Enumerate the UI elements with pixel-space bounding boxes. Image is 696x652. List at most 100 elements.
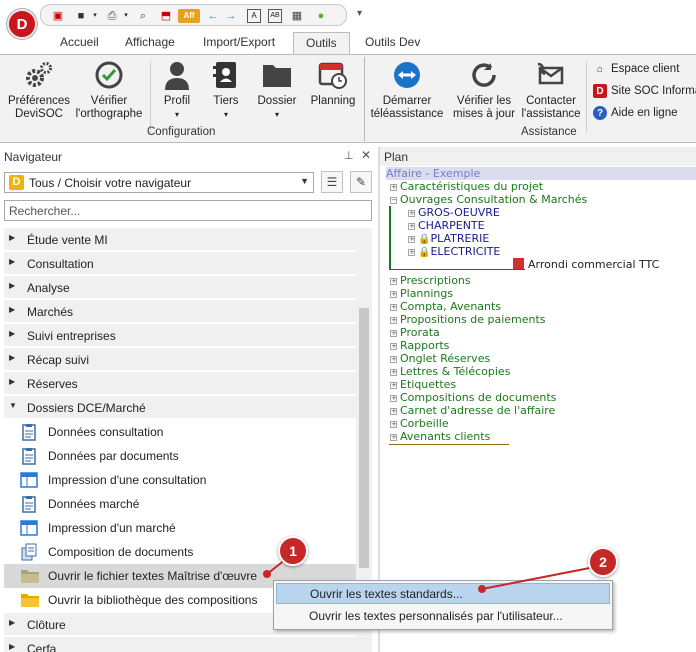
item-donnees-consultation[interactable]: Données consultation: [4, 420, 356, 444]
tab-affichage[interactable]: Affichage: [125, 35, 175, 49]
tree-node[interactable]: + Compositions de documents: [390, 391, 556, 404]
badge-number: 1: [289, 543, 297, 559]
clipboard-icon: [20, 423, 38, 441]
search-input[interactable]: Rechercher...: [4, 200, 372, 221]
tab-outils-dev[interactable]: Outils Dev: [365, 35, 420, 49]
aide-en-ligne-link[interactable]: ? Aide en ligne: [593, 106, 678, 120]
tree-node[interactable]: + Caractéristiques du projet: [390, 180, 543, 193]
category-label: Clôture: [27, 618, 66, 632]
tab-import-export[interactable]: Import/Export: [203, 35, 275, 49]
quick-access-strip: ▣ ■ ▾ ⎙ ▾ ⌕ ⬒ Aff ← → A AB ▦ ●: [40, 4, 347, 26]
tree-node[interactable]: + 🔒PLATRERIE: [408, 232, 489, 246]
text-box-b-icon[interactable]: AB: [268, 9, 282, 23]
text-box-icon[interactable]: A: [247, 9, 261, 23]
item-impression-marche[interactable]: Impression d'un marché: [4, 516, 356, 540]
tree-node[interactable]: + Etiquettes: [390, 378, 456, 391]
item-label: Impression d'une consultation: [48, 473, 207, 487]
expand-arrow-icon: ▶: [9, 377, 16, 386]
item-donnees-par-documents[interactable]: Données par documents: [4, 444, 356, 468]
tree-node[interactable]: + Propositions de paiements: [390, 313, 546, 326]
category-label: Étude vente MI: [27, 233, 108, 247]
edit-navigator-button[interactable]: ✎: [350, 171, 372, 193]
back-arrow-icon[interactable]: ←: [206, 9, 220, 23]
tree-node[interactable]: + Compta, Avenants: [390, 300, 501, 313]
category-cerfa[interactable]: ▶ Cerfa: [4, 637, 356, 652]
tab-accueil[interactable]: Accueil: [60, 35, 99, 49]
tree-node-label: Avenants clients: [400, 430, 491, 443]
preview-icon[interactable]: ⌕: [136, 9, 150, 23]
category-analyse[interactable]: ▶ Analyse: [4, 276, 356, 299]
annotation-badge-1: 1: [278, 536, 308, 566]
planning-button[interactable]: Planning: [306, 59, 360, 108]
list-view-button[interactable]: ☰: [321, 171, 343, 193]
pin-icon[interactable]: ⊥: [344, 149, 354, 162]
tree-node[interactable]: + Carnet d'adresse de l'affaire: [390, 404, 555, 417]
category-label: Consultation: [27, 257, 94, 271]
forward-arrow-icon[interactable]: →: [224, 9, 238, 23]
spellcheck-button[interactable]: Vérifier l'orthographe: [73, 59, 145, 121]
globe-icon[interactable]: ●: [314, 9, 328, 23]
aff-icon[interactable]: Aff: [178, 9, 200, 23]
updates-button[interactable]: Vérifier les mises à jour: [451, 59, 517, 121]
tree-node[interactable]: + Avenants clients: [390, 430, 490, 443]
tree-node[interactable]: + Rapports: [390, 339, 449, 352]
category-marches[interactable]: ▶ Marchés: [4, 300, 356, 323]
tree-node[interactable]: + Plannings: [390, 287, 453, 300]
category-consultation[interactable]: ▶ Consultation: [4, 252, 356, 275]
ribbon: Préférences DeviSOC Vérifier l'orthograp…: [0, 54, 696, 143]
category-dossiers-dce[interactable]: ▼ Dossiers DCE/Marché: [4, 396, 356, 419]
scrollbar-thumb[interactable]: [359, 308, 369, 568]
ribbon-tabs: Accueil Affichage Import/Export Outils O…: [0, 32, 696, 55]
tree-node[interactable]: + CHARPENTE: [408, 219, 485, 232]
dossier-button[interactable]: Dossier ▾: [253, 59, 301, 121]
aide-en-ligne-label: Aide en ligne: [611, 107, 678, 119]
preferences-label: Préférences DeviSOC: [7, 95, 70, 120]
tree-node[interactable]: + 🔒ELECTRICITE: [408, 245, 500, 259]
plan-root[interactable]: Affaire - Exemple: [386, 167, 480, 180]
app-menu-button[interactable]: D: [7, 9, 37, 39]
profil-button[interactable]: Profil ▾: [155, 59, 199, 121]
pdf-icon[interactable]: ⬒: [159, 9, 173, 23]
dropdown-icon[interactable]: ▾: [119, 9, 133, 23]
menu-item-textes-standards[interactable]: Ouvrir les textes standards...: [276, 583, 610, 604]
preferences-button[interactable]: Préférences DeviSOC: [4, 59, 74, 121]
tree-node[interactable]: + Prorata: [390, 326, 440, 339]
tiers-label: Tiers: [213, 95, 239, 107]
tree-node[interactable]: + Prescriptions: [390, 274, 471, 287]
print-icon[interactable]: ⎙: [105, 9, 119, 23]
category-reserves[interactable]: ▶ Réserves: [4, 372, 356, 395]
pdf-export-icon[interactable]: ▣: [51, 9, 65, 23]
site-soc-link[interactable]: D Site SOC Informa: [593, 84, 696, 98]
calculator-icon[interactable]: ▦: [290, 9, 304, 23]
category-recap-suivi[interactable]: ▶ Récap suivi: [4, 348, 356, 371]
folder-icon[interactable]: ■: [74, 9, 88, 23]
tiers-button[interactable]: Tiers ▾: [204, 59, 248, 121]
contact-support-button[interactable]: Contacter l'assistance: [518, 59, 584, 121]
tree-node[interactable]: − Ouvrages Consultation & Marchés: [390, 193, 587, 206]
category-suivi-entreprises[interactable]: ▶ Suivi entreprises: [4, 324, 356, 347]
menu-item-label: Ouvrir les textes standards...: [310, 587, 463, 601]
tree-node[interactable]: + Onglet Réserves: [390, 352, 490, 365]
item-donnees-marche[interactable]: Données marché: [4, 492, 356, 516]
item-impression-consultation[interactable]: Impression d'une consultation: [4, 468, 356, 492]
pane-splitter[interactable]: [378, 147, 380, 652]
chevron-down-icon: ▾: [274, 110, 279, 119]
customize-toolbar-icon[interactable]: ▾: [357, 8, 362, 19]
tree-node[interactable]: + Corbeille: [390, 417, 449, 430]
tree-node[interactable]: + GROS-OEUVRE: [408, 206, 500, 219]
category-etude-vente[interactable]: ▶ Étude vente MI: [4, 228, 356, 251]
tree-node[interactable]: + Lettres & Télécopies: [390, 365, 510, 378]
menu-item-textes-personnalises[interactable]: Ouvrir les textes personnalisés par l'ut…: [276, 606, 610, 627]
espace-client-label: Espace client: [611, 63, 680, 75]
navigator-selector[interactable]: D Tous / Choisir votre navigateur ▼: [4, 172, 314, 193]
tree-node[interactable]: Arrondi commercial TTC: [513, 258, 659, 271]
teleassistance-button[interactable]: Démarrer téléassistance: [368, 59, 446, 121]
espace-client-link[interactable]: ⌂ Espace client: [593, 62, 679, 76]
table-icon: [20, 471, 38, 489]
teamviewer-icon: [391, 59, 423, 91]
ribbon-group-separator: [364, 57, 365, 141]
dropdown-icon[interactable]: ▾: [88, 9, 102, 23]
updates-label: Vérifier les mises à jour: [453, 95, 515, 120]
tab-outils[interactable]: Outils: [293, 32, 350, 55]
close-icon[interactable]: ✕: [361, 148, 371, 162]
